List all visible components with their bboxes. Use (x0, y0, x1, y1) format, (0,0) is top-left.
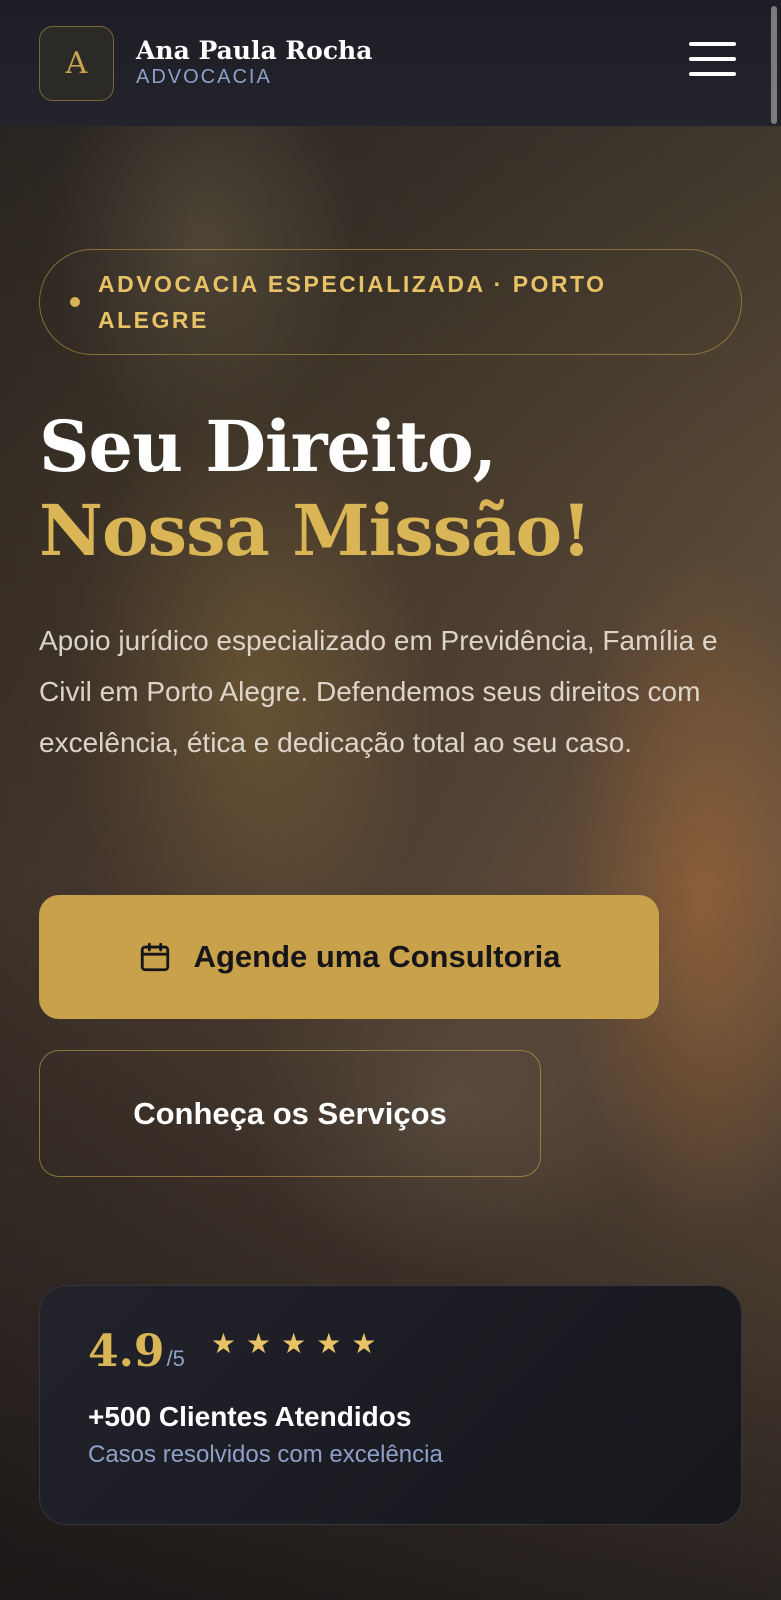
rating-card: 4.9 /5 ★ ★ ★ ★ ★ +500 Clientes Atendidos… (39, 1285, 742, 1525)
star-icon: ★ (351, 1327, 377, 1359)
star-icon: ★ (316, 1327, 342, 1359)
menu-line (689, 72, 736, 76)
page-scrollbar[interactable] (771, 6, 777, 124)
view-services-label: Conheça os Serviços (133, 1095, 447, 1131)
hamburger-menu-icon[interactable] (689, 42, 736, 76)
headline-line-1: Seu Direito, (39, 405, 497, 488)
hero-headline: Seu Direito, Nossa Missão! (39, 405, 759, 573)
badge-text: ADVOCACIA ESPECIALIZADA · PORTO ALEGRE (98, 271, 607, 333)
schedule-consultation-button[interactable]: Agende uma Consultoria (39, 895, 659, 1019)
hero-description: Apoio jurídico especializado em Previdên… (39, 625, 718, 758)
logo-monogram[interactable]: A (39, 25, 114, 101)
menu-line (689, 42, 736, 46)
view-services-button[interactable]: Conheça os Serviços (39, 1050, 541, 1177)
brand-name: Ana Paula Rocha (136, 35, 373, 65)
clients-count-title: +500 Clientes Atendidos (88, 1401, 412, 1432)
calendar-icon (140, 942, 169, 972)
clients-count-subtitle: Casos resolvidos com excelência (88, 1441, 443, 1468)
rating-value: 4.9 (88, 1326, 165, 1377)
rating-row: 4.9 /5 ★ ★ ★ ★ ★ (88, 1326, 693, 1377)
rating-max: /5 (166, 1346, 185, 1371)
location-badge: ADVOCACIA ESPECIALIZADA · PORTO ALEGRE (39, 249, 742, 355)
badge-dot-icon (70, 297, 80, 307)
star-icon: ★ (246, 1327, 272, 1359)
headline-line-2: Nossa Missão! (39, 489, 592, 572)
brand-subtitle: ADVOCACIA (136, 66, 272, 89)
star-rating: ★ ★ ★ ★ ★ (210, 1327, 377, 1359)
logo-letter: A (65, 45, 88, 81)
schedule-consultation-label: Agende uma Consultoria (193, 939, 561, 974)
site-header: A Ana Paula Rocha ADVOCACIA (0, 0, 781, 126)
menu-line (689, 57, 736, 61)
brand[interactable]: Ana Paula Rocha ADVOCACIA (136, 37, 372, 90)
star-icon: ★ (281, 1327, 307, 1359)
star-icon: ★ (210, 1327, 237, 1359)
